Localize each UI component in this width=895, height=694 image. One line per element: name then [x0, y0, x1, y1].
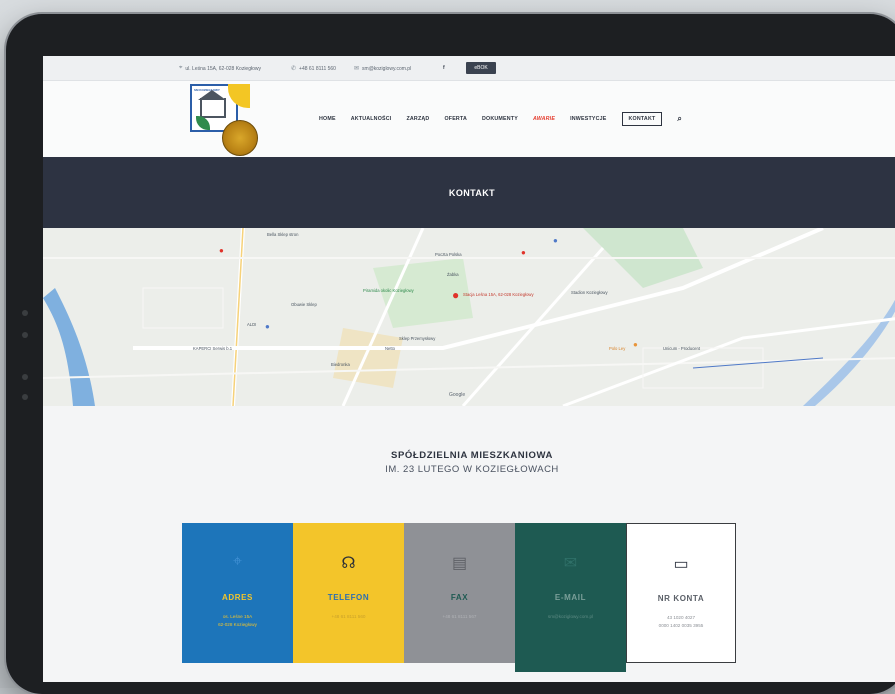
fax-icon: ▤ — [451, 555, 468, 572]
map-label: ALDI — [247, 322, 257, 327]
site-logo[interactable]: SM KOZIEGŁOWY — [190, 84, 258, 156]
topbar-email-text: sm@koziglowy.com.pl — [362, 65, 412, 72]
map-pin-icon[interactable]: ● — [521, 248, 526, 257]
card-phone[interactable]: ☊ TELEFON +48 61 8111 560 — [293, 523, 404, 663]
page-title-band: KONTAKT — [43, 157, 895, 228]
map-google-label: Google — [449, 392, 466, 398]
map-label: Unicum - Producent — [663, 346, 701, 351]
headphones-icon: ☊ — [341, 555, 356, 572]
screen: ⌖ ul. Leśna 15A, 62-028 Koziegłowy ✆ +48… — [43, 56, 895, 682]
topbar-phone[interactable]: ✆ +48 61 8111 560 — [291, 65, 336, 73]
tablet-frame: ⌖ ul. Leśna 15A, 62-028 Koziegłowy ✆ +48… — [6, 14, 895, 694]
card-title: ADRES — [221, 593, 253, 602]
card-title: FAX — [450, 593, 469, 602]
phone-icon: ✆ — [291, 66, 297, 72]
card-text: os. Leśne 15A 62-028 Koziegłowy — [218, 614, 257, 627]
top-contact-bar: ⌖ ul. Leśna 15A, 62-028 Koziegłowy ✆ +48… — [43, 56, 895, 81]
card-email[interactable]: ✉ E-MAIL sm@koziglowy.com.pl — [515, 523, 626, 672]
card-text: +48 61 8111 567 — [442, 614, 477, 619]
house-body — [200, 98, 226, 118]
envelope-icon: ✉ — [563, 555, 578, 572]
nav-item-zarzad[interactable]: ZARZĄD — [406, 116, 429, 122]
tablet-sensor-dot — [22, 332, 28, 338]
nav-item-dokumenty[interactable]: DOKUMENTY — [482, 116, 518, 122]
card-text: 43 1020 4027 0000 1402 0035 3955 — [658, 615, 704, 628]
card-account[interactable]: ▭ NR KONTA 43 1020 4027 0000 1402 0035 3… — [626, 523, 736, 663]
card-text: +48 61 8111 560 — [331, 614, 366, 619]
map-pin-icon[interactable]: ● — [553, 236, 558, 245]
page-title: KONTAKT — [448, 188, 496, 198]
topbar-email[interactable]: ✉ sm@koziglowy.com.pl — [354, 65, 412, 73]
map-label: KAPERCI Serwis b.1 — [193, 346, 233, 351]
map-pin-icon: ⌖ — [179, 65, 183, 71]
nav-item-aktualnosci[interactable]: AKTUALNOŚCI — [351, 116, 392, 122]
topbar-address[interactable]: ⌖ ul. Leśna 15A, 62-028 Koziegłowy — [179, 65, 261, 72]
nav-item-kontakt[interactable]: KONTAKT — [621, 112, 663, 126]
map-label: Obuwie Sklep — [291, 302, 317, 307]
credit-card-icon: ▭ — [673, 556, 689, 573]
nav-item-awarie[interactable]: AWARIE — [533, 116, 555, 122]
map-label: Bella Sklep stron — [267, 232, 299, 237]
map-label: Poczta Polska — [435, 252, 462, 257]
site-header: SM KOZIEGŁOWY HOME AKTUALNOŚCI ZARZĄD OF… — [43, 81, 895, 157]
map-canvas — [43, 228, 895, 406]
map-label: Polo Ley — [609, 346, 626, 351]
search-icon[interactable]: ⌕ — [677, 114, 682, 124]
tablet-button-dot — [22, 394, 28, 400]
contact-cards: ⌖ ADRES os. Leśne 15A 62-028 Koziegłowy … — [182, 523, 736, 672]
tablet-camera-dot — [22, 310, 28, 316]
nav-item-inwestycje[interactable]: INWESTYCJE — [570, 116, 606, 122]
tablet-button-dot — [22, 374, 28, 380]
main-nav: HOME AKTUALNOŚCI ZARZĄD OFERTA DOKUMENTY… — [319, 112, 682, 126]
map-pin-icon[interactable]: ● — [219, 246, 224, 255]
card-title: TELEFON — [327, 593, 370, 602]
map-label: Żabka — [447, 272, 459, 277]
map-pin-icon[interactable]: ● — [265, 322, 270, 331]
map-label: Netto — [385, 346, 396, 351]
map-label: Piramida okolic Koziegłowy — [363, 288, 414, 293]
nav-item-oferta[interactable]: OFERTA — [444, 116, 467, 122]
map-pin-icon[interactable]: ● — [633, 340, 638, 349]
map-pin-icon: ⌖ — [232, 553, 242, 570]
nav-item-home[interactable]: HOME — [319, 116, 336, 122]
anniversary-seal — [222, 120, 258, 156]
card-address[interactable]: ⌖ ADRES os. Leśne 15A 62-028 Koziegłowy — [182, 523, 293, 663]
topbar-phone-text: +48 61 8111 560 — [299, 65, 336, 72]
card-fax[interactable]: ▤ FAX +48 61 8111 567 — [404, 523, 515, 663]
ebok-button[interactable]: eBOK — [466, 62, 496, 74]
map-pin-icon[interactable]: ● — [452, 288, 459, 302]
org-title-line1: SPÓŁDZIELNIA MIESZKANIOWA — [391, 450, 553, 461]
map-label: Stacja Leśna 15A, 62-028 Koziegłowy — [463, 292, 534, 297]
map-embed[interactable]: ● Stacja Leśna 15A, 62-028 Koziegłowy Po… — [43, 228, 895, 406]
map-label: Sklep Przemysłowy — [399, 336, 436, 341]
topbar-address-text: ul. Leśna 15A, 62-028 Koziegłowy — [185, 65, 261, 72]
map-label: Biedronka — [331, 362, 350, 367]
facebook-label: f — [443, 65, 445, 71]
org-title-line2: IM. 23 LUTEGO W KOZIEGŁOWACH — [385, 464, 559, 475]
map-label: Stadion Koziegłowy — [571, 290, 608, 295]
card-title: NR KONTA — [657, 594, 705, 603]
envelope-icon: ✉ — [354, 66, 360, 72]
card-text: sm@koziglowy.com.pl — [547, 614, 594, 619]
facebook-icon[interactable]: f — [443, 65, 445, 71]
card-title: E-MAIL — [554, 593, 587, 602]
